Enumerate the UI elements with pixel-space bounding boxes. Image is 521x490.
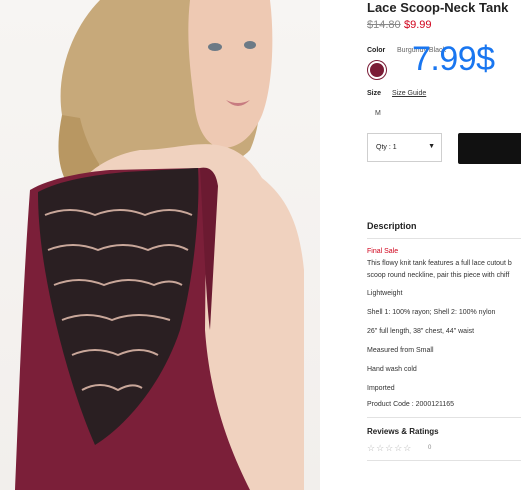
detail-origin: Imported (367, 385, 395, 392)
product-title: Lace Scoop-Neck Tank (367, 0, 509, 15)
original-price: $14.80 (367, 19, 401, 31)
sale-price: $9.99 (404, 19, 432, 31)
divider (367, 238, 521, 239)
description-text-line-2: scoop round neckline, pair this piece wi… (367, 272, 510, 279)
model-photo-illustration (15, 0, 304, 490)
detail-fabric: Shell 1: 100% rayon; Shell 2: 100% nylon (367, 309, 496, 316)
detail-measured-from: Measured from Small (367, 347, 434, 354)
product-code: Product Code : 2000121165 (367, 401, 455, 408)
quantity-select[interactable]: Qty : 1 ▼ (367, 133, 442, 162)
divider (367, 460, 521, 461)
product-info-panel: Lace Scoop-Neck Tank $14.80 $9.99 Color … (367, 0, 521, 490)
size-label: Size (367, 90, 382, 97)
add-to-bag-button[interactable] (458, 133, 521, 164)
overlay-price: 7.99$ (412, 40, 495, 78)
reviews-title: Reviews & Ratings (367, 427, 439, 436)
final-sale-label: Final Sale (367, 248, 399, 255)
product-image (0, 0, 320, 490)
color-swatch-fill (370, 63, 384, 77)
detail-measurements: 26" full length, 38" chest, 44" waist (367, 328, 475, 335)
size-guide-link[interactable]: Size Guide (392, 90, 426, 97)
color-swatch-burgundy[interactable] (367, 60, 387, 80)
caret-down-icon: ▼ (428, 143, 435, 150)
review-count: 0 (428, 445, 432, 451)
color-label: Color (367, 47, 386, 54)
star-rating-icons[interactable]: ☆☆☆☆☆ (367, 443, 412, 454)
size-option-m[interactable]: M (375, 110, 381, 117)
divider (367, 417, 521, 418)
description-title: Description (367, 221, 417, 231)
description-text-line-1: This flowy knit tank features a full lac… (367, 260, 512, 267)
quantity-value: Qty : 1 (376, 144, 397, 151)
detail-lightweight: Lightweight (367, 290, 403, 297)
detail-care: Hand wash cold (367, 366, 417, 373)
